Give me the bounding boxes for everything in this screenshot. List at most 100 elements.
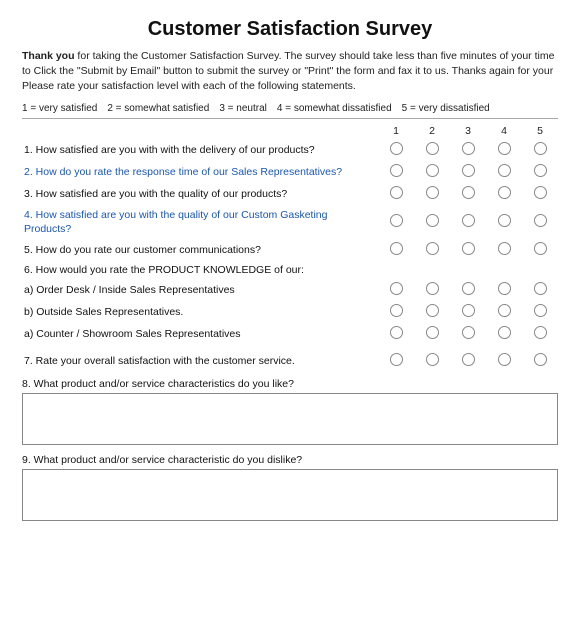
section6-label: 6. How would you rate the PRODUCT KNOWLE…	[22, 261, 558, 279]
radio-circle[interactable]	[426, 164, 439, 177]
radio-cell[interactable]	[450, 279, 486, 301]
radio-circle[interactable]	[390, 214, 403, 227]
radio-circle[interactable]	[390, 142, 403, 155]
radio-circle[interactable]	[390, 353, 403, 366]
radio-circle[interactable]	[534, 214, 547, 227]
radio-circle[interactable]	[534, 326, 547, 339]
radio-circle[interactable]	[462, 142, 475, 155]
radio-circle[interactable]	[534, 142, 547, 155]
radio-cell[interactable]	[486, 301, 522, 323]
radio-circle[interactable]	[462, 214, 475, 227]
radio-circle[interactable]	[462, 326, 475, 339]
radio-cell[interactable]	[414, 139, 450, 161]
radio-cell[interactable]	[378, 239, 414, 261]
radio-circle[interactable]	[390, 326, 403, 339]
radio-cell[interactable]	[378, 183, 414, 205]
radio-circle[interactable]	[462, 242, 475, 255]
table-row: 4. How satisfied are you with the qualit…	[22, 205, 558, 239]
radio-circle[interactable]	[498, 326, 511, 339]
radio-circle[interactable]	[498, 214, 511, 227]
radio-circle[interactable]	[390, 164, 403, 177]
radio-circle[interactable]	[426, 242, 439, 255]
radio-cell[interactable]	[414, 239, 450, 261]
radio-cell[interactable]	[450, 239, 486, 261]
radio-cell[interactable]	[414, 279, 450, 301]
radio-circle[interactable]	[498, 304, 511, 317]
radio-cell[interactable]	[522, 350, 558, 372]
radio-circle[interactable]	[426, 326, 439, 339]
radio-cell[interactable]	[486, 139, 522, 161]
radio-cell[interactable]	[450, 323, 486, 345]
radio-cell[interactable]	[486, 323, 522, 345]
radio-circle[interactable]	[534, 242, 547, 255]
radio-cell[interactable]	[378, 161, 414, 183]
radio-circle[interactable]	[534, 282, 547, 295]
radio-circle[interactable]	[498, 164, 511, 177]
radio-circle[interactable]	[390, 282, 403, 295]
radio-cell[interactable]	[522, 205, 558, 239]
radio-cell[interactable]	[378, 279, 414, 301]
radio-circle[interactable]	[498, 353, 511, 366]
radio-circle[interactable]	[462, 186, 475, 199]
radio-cell[interactable]	[450, 139, 486, 161]
radio-circle[interactable]	[390, 242, 403, 255]
radio-cell[interactable]	[450, 205, 486, 239]
radio-cell[interactable]	[450, 350, 486, 372]
radio-cell[interactable]	[522, 323, 558, 345]
radio-cell[interactable]	[486, 205, 522, 239]
radio-circle[interactable]	[498, 186, 511, 199]
radio-circle[interactable]	[462, 304, 475, 317]
radio-cell[interactable]	[450, 301, 486, 323]
radio-circle[interactable]	[498, 282, 511, 295]
radio-circle[interactable]	[462, 282, 475, 295]
scale-legend: 1 = very satisfied 2 = somewhat satisfie…	[22, 103, 558, 114]
radio-cell[interactable]	[414, 323, 450, 345]
table-row: 5. How do you rate our customer communic…	[22, 239, 558, 261]
radio-cell[interactable]	[414, 301, 450, 323]
radio-cell[interactable]	[486, 161, 522, 183]
radio-circle[interactable]	[498, 242, 511, 255]
radio-circle[interactable]	[534, 186, 547, 199]
radio-circle[interactable]	[426, 353, 439, 366]
radio-circle[interactable]	[426, 186, 439, 199]
q8-textarea[interactable]	[22, 393, 558, 445]
table-row: 2. How do you rate the response time of …	[22, 161, 558, 183]
radio-cell[interactable]	[522, 139, 558, 161]
radio-circle[interactable]	[390, 186, 403, 199]
radio-cell[interactable]	[450, 161, 486, 183]
radio-circle[interactable]	[462, 164, 475, 177]
radio-cell[interactable]	[378, 350, 414, 372]
radio-circle[interactable]	[534, 164, 547, 177]
col-3: 3	[450, 123, 486, 139]
radio-cell[interactable]	[522, 301, 558, 323]
radio-cell[interactable]	[378, 139, 414, 161]
radio-cell[interactable]	[378, 205, 414, 239]
radio-cell[interactable]	[450, 183, 486, 205]
table-row: 1. How satisfied are you with with the d…	[22, 139, 558, 161]
radio-cell[interactable]	[378, 301, 414, 323]
q6b-label: b) Outside Sales Representatives.	[22, 301, 378, 323]
radio-circle[interactable]	[534, 353, 547, 366]
radio-cell[interactable]	[414, 205, 450, 239]
radio-cell[interactable]	[378, 323, 414, 345]
radio-cell[interactable]	[486, 350, 522, 372]
radio-cell[interactable]	[486, 279, 522, 301]
radio-cell[interactable]	[522, 183, 558, 205]
radio-circle[interactable]	[426, 142, 439, 155]
radio-circle[interactable]	[390, 304, 403, 317]
radio-cell[interactable]	[414, 183, 450, 205]
radio-cell[interactable]	[414, 350, 450, 372]
radio-circle[interactable]	[534, 304, 547, 317]
radio-cell[interactable]	[486, 183, 522, 205]
radio-circle[interactable]	[462, 353, 475, 366]
radio-circle[interactable]	[426, 282, 439, 295]
radio-cell[interactable]	[522, 279, 558, 301]
q9-textarea[interactable]	[22, 469, 558, 521]
radio-circle[interactable]	[426, 214, 439, 227]
radio-cell[interactable]	[486, 239, 522, 261]
radio-cell[interactable]	[522, 239, 558, 261]
radio-cell[interactable]	[414, 161, 450, 183]
radio-circle[interactable]	[498, 142, 511, 155]
radio-cell[interactable]	[522, 161, 558, 183]
radio-circle[interactable]	[426, 304, 439, 317]
